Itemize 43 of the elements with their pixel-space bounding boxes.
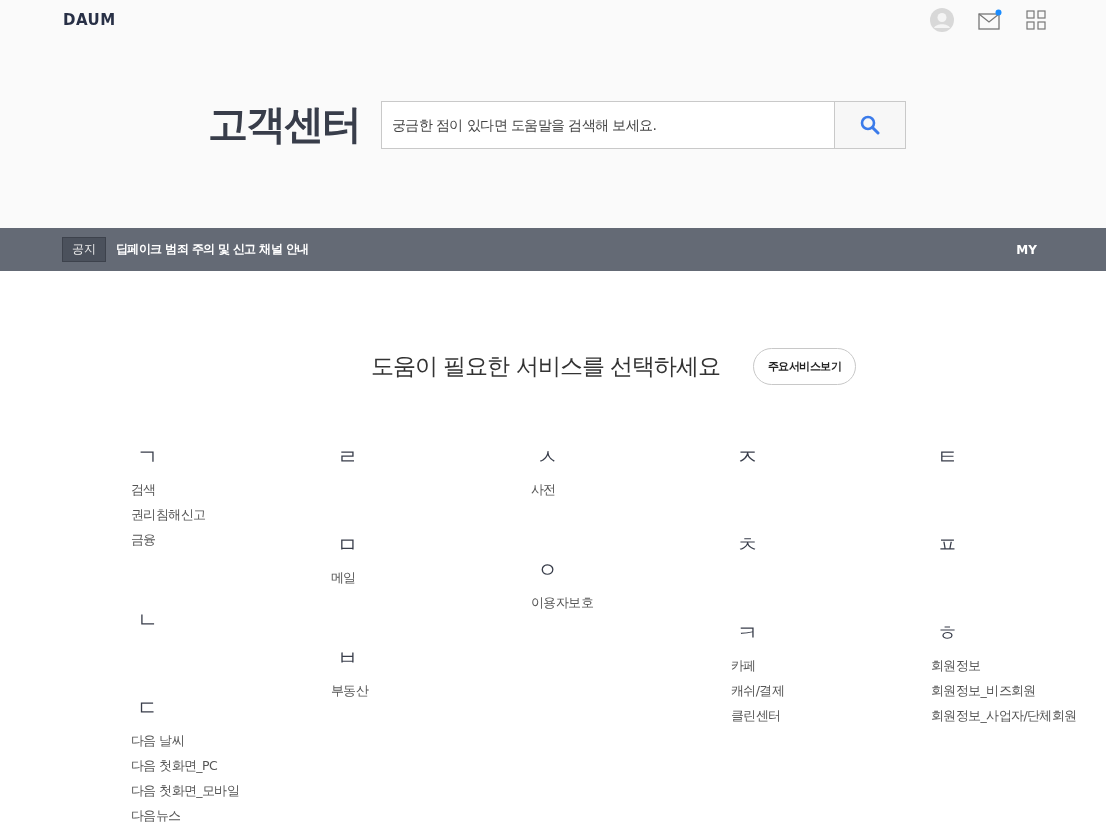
service-link[interactable]: 다음 첫화면_모바일	[131, 783, 240, 798]
my-link[interactable]: MY	[1016, 242, 1037, 257]
daum-logo[interactable]: DAUM	[63, 11, 116, 29]
notice-link[interactable]: 딥페이크 범죄 주의 및 신고 채널 안내	[116, 241, 309, 258]
consonant-heading: ㅌ	[937, 446, 958, 468]
consonant-heading: ㄷ	[137, 697, 158, 719]
service-link[interactable]: 사전	[531, 482, 556, 497]
search-button[interactable]	[834, 100, 906, 149]
service-link[interactable]: 캐쉬/결제	[731, 683, 785, 698]
service-link[interactable]: 다음 첫화면_PC	[131, 758, 218, 773]
main-services-button[interactable]: 주요서비스보기	[752, 348, 857, 385]
consonant-heading: ㅅ	[537, 446, 558, 468]
consonant-heading: ㅊ	[737, 534, 758, 556]
consonant-heading: ㅈ	[737, 446, 758, 468]
service-link[interactable]: 이용자보호	[531, 595, 593, 610]
consonant-heading: ㄴ	[137, 609, 158, 631]
consonant-heading: ㅋ	[737, 622, 758, 644]
page-title: 고객센터	[208, 100, 360, 149]
consonant-heading: ㄱ	[137, 446, 158, 468]
notice-tag: 공지	[62, 237, 106, 262]
consonant-heading: ㅇ	[537, 559, 558, 581]
app-grid-icon[interactable]	[1026, 10, 1046, 30]
consonant-heading: ㅍ	[937, 534, 958, 556]
consonant-heading: ㅁ	[337, 534, 358, 556]
search-icon	[860, 114, 880, 135]
consonant-heading: ㅎ	[937, 622, 958, 644]
service-link[interactable]: 부동산	[331, 683, 369, 698]
consonant-heading: ㄹ	[337, 446, 358, 468]
service-link[interactable]: 카페	[731, 658, 756, 673]
service-link[interactable]: 메일	[331, 570, 356, 585]
service-link[interactable]: 회원정보_사업자/단체회원	[931, 708, 1077, 723]
mail-icon[interactable]	[978, 9, 1002, 31]
section-heading: 도움이 필요한 서비스를 선택하세요	[371, 352, 720, 381]
service-link[interactable]: 권리침해신고	[131, 507, 206, 522]
service-link[interactable]: 회원정보	[931, 658, 981, 673]
service-link[interactable]: 다음뉴스	[131, 808, 181, 823]
search-field[interactable]: 궁금한 점이 있다면 도움말을 검색해 보세요.	[381, 100, 834, 149]
service-link[interactable]: 금융	[131, 532, 156, 547]
service-link[interactable]: 다음 날씨	[131, 733, 184, 748]
service-link[interactable]: 회원정보_비즈회원	[931, 683, 1036, 698]
consonant-heading: ㅂ	[337, 647, 358, 669]
service-link[interactable]: 검색	[131, 482, 156, 497]
service-link[interactable]: 클린센터	[731, 708, 781, 723]
